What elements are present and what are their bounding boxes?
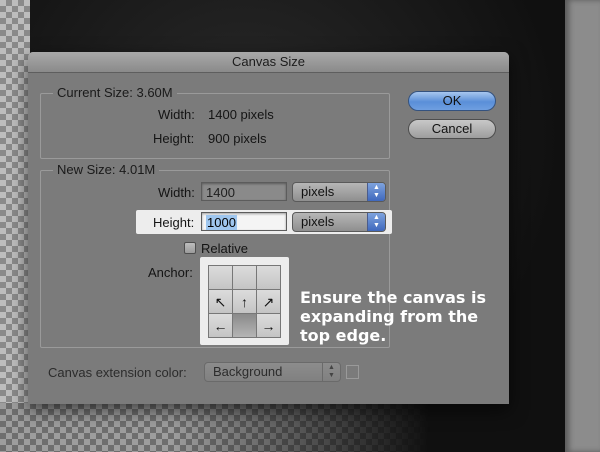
- anchor-top-right[interactable]: [257, 266, 280, 289]
- anchor-middle-right[interactable]: ↗: [257, 290, 280, 313]
- extension-color-value: Background: [213, 364, 283, 379]
- current-size-title: Current Size: 3.60M: [53, 85, 177, 100]
- extension-color-label: Canvas extension color:: [48, 365, 187, 380]
- height-input[interactable]: 1000: [201, 212, 287, 231]
- anchor-bottom-left[interactable]: ←: [209, 314, 232, 337]
- transparent-canvas-bottom: [0, 403, 430, 452]
- height-unit-value: pixels: [301, 214, 335, 229]
- current-size-group: Current Size: 3.60M: [40, 85, 390, 159]
- extension-color-select[interactable]: Background ▲ ▼: [204, 362, 341, 382]
- updown-arrows-icon: ▲ ▼: [367, 183, 385, 201]
- current-height-value: 900 pixels: [208, 131, 267, 146]
- cancel-button[interactable]: Cancel: [408, 119, 496, 139]
- new-height-label: Height:: [153, 215, 195, 230]
- current-height-label: Height:: [153, 131, 195, 146]
- relative-label[interactable]: Relative: [201, 241, 248, 256]
- dialog-title: Canvas Size: [28, 52, 509, 73]
- anchor-bottom-right[interactable]: →: [257, 314, 280, 337]
- width-input[interactable]: 1400: [201, 182, 287, 201]
- current-width-value: 1400 pixels: [208, 107, 274, 122]
- height-input-value: 1000: [206, 215, 237, 230]
- anchor-grid: ↖ ↑ ↗ ← →: [208, 265, 281, 338]
- updown-arrows-icon: ▲ ▼: [367, 213, 385, 231]
- canvas-size-dialog: Canvas Size Current Size: 3.60M Width: 1…: [28, 52, 509, 404]
- anchor-top-left[interactable]: [209, 266, 232, 289]
- anchor-middle-center[interactable]: ↑: [233, 290, 256, 313]
- relative-checkbox[interactable]: [184, 242, 196, 254]
- transparent-canvas-left: [0, 0, 30, 452]
- anchor-middle-left[interactable]: ↖: [209, 290, 232, 313]
- new-width-label: Width:: [158, 185, 195, 200]
- current-width-label: Width:: [158, 107, 195, 122]
- width-unit-value: pixels: [301, 184, 335, 199]
- ok-button[interactable]: OK: [408, 91, 496, 111]
- panel-strip: [565, 0, 600, 452]
- extension-color-swatch[interactable]: [346, 365, 359, 379]
- width-unit-select[interactable]: pixels ▲ ▼: [292, 182, 386, 202]
- anchor-label: Anchor:: [148, 265, 193, 280]
- height-unit-select[interactable]: pixels ▲ ▼: [292, 212, 386, 232]
- new-size-title: New Size: 4.01M: [53, 162, 160, 177]
- tutorial-annotation: Ensure the canvas is expanding from the …: [300, 288, 487, 345]
- updown-arrows-icon: ▲ ▼: [322, 363, 340, 381]
- anchor-bottom-center[interactable]: [233, 314, 256, 337]
- anchor-top-center[interactable]: [233, 266, 256, 289]
